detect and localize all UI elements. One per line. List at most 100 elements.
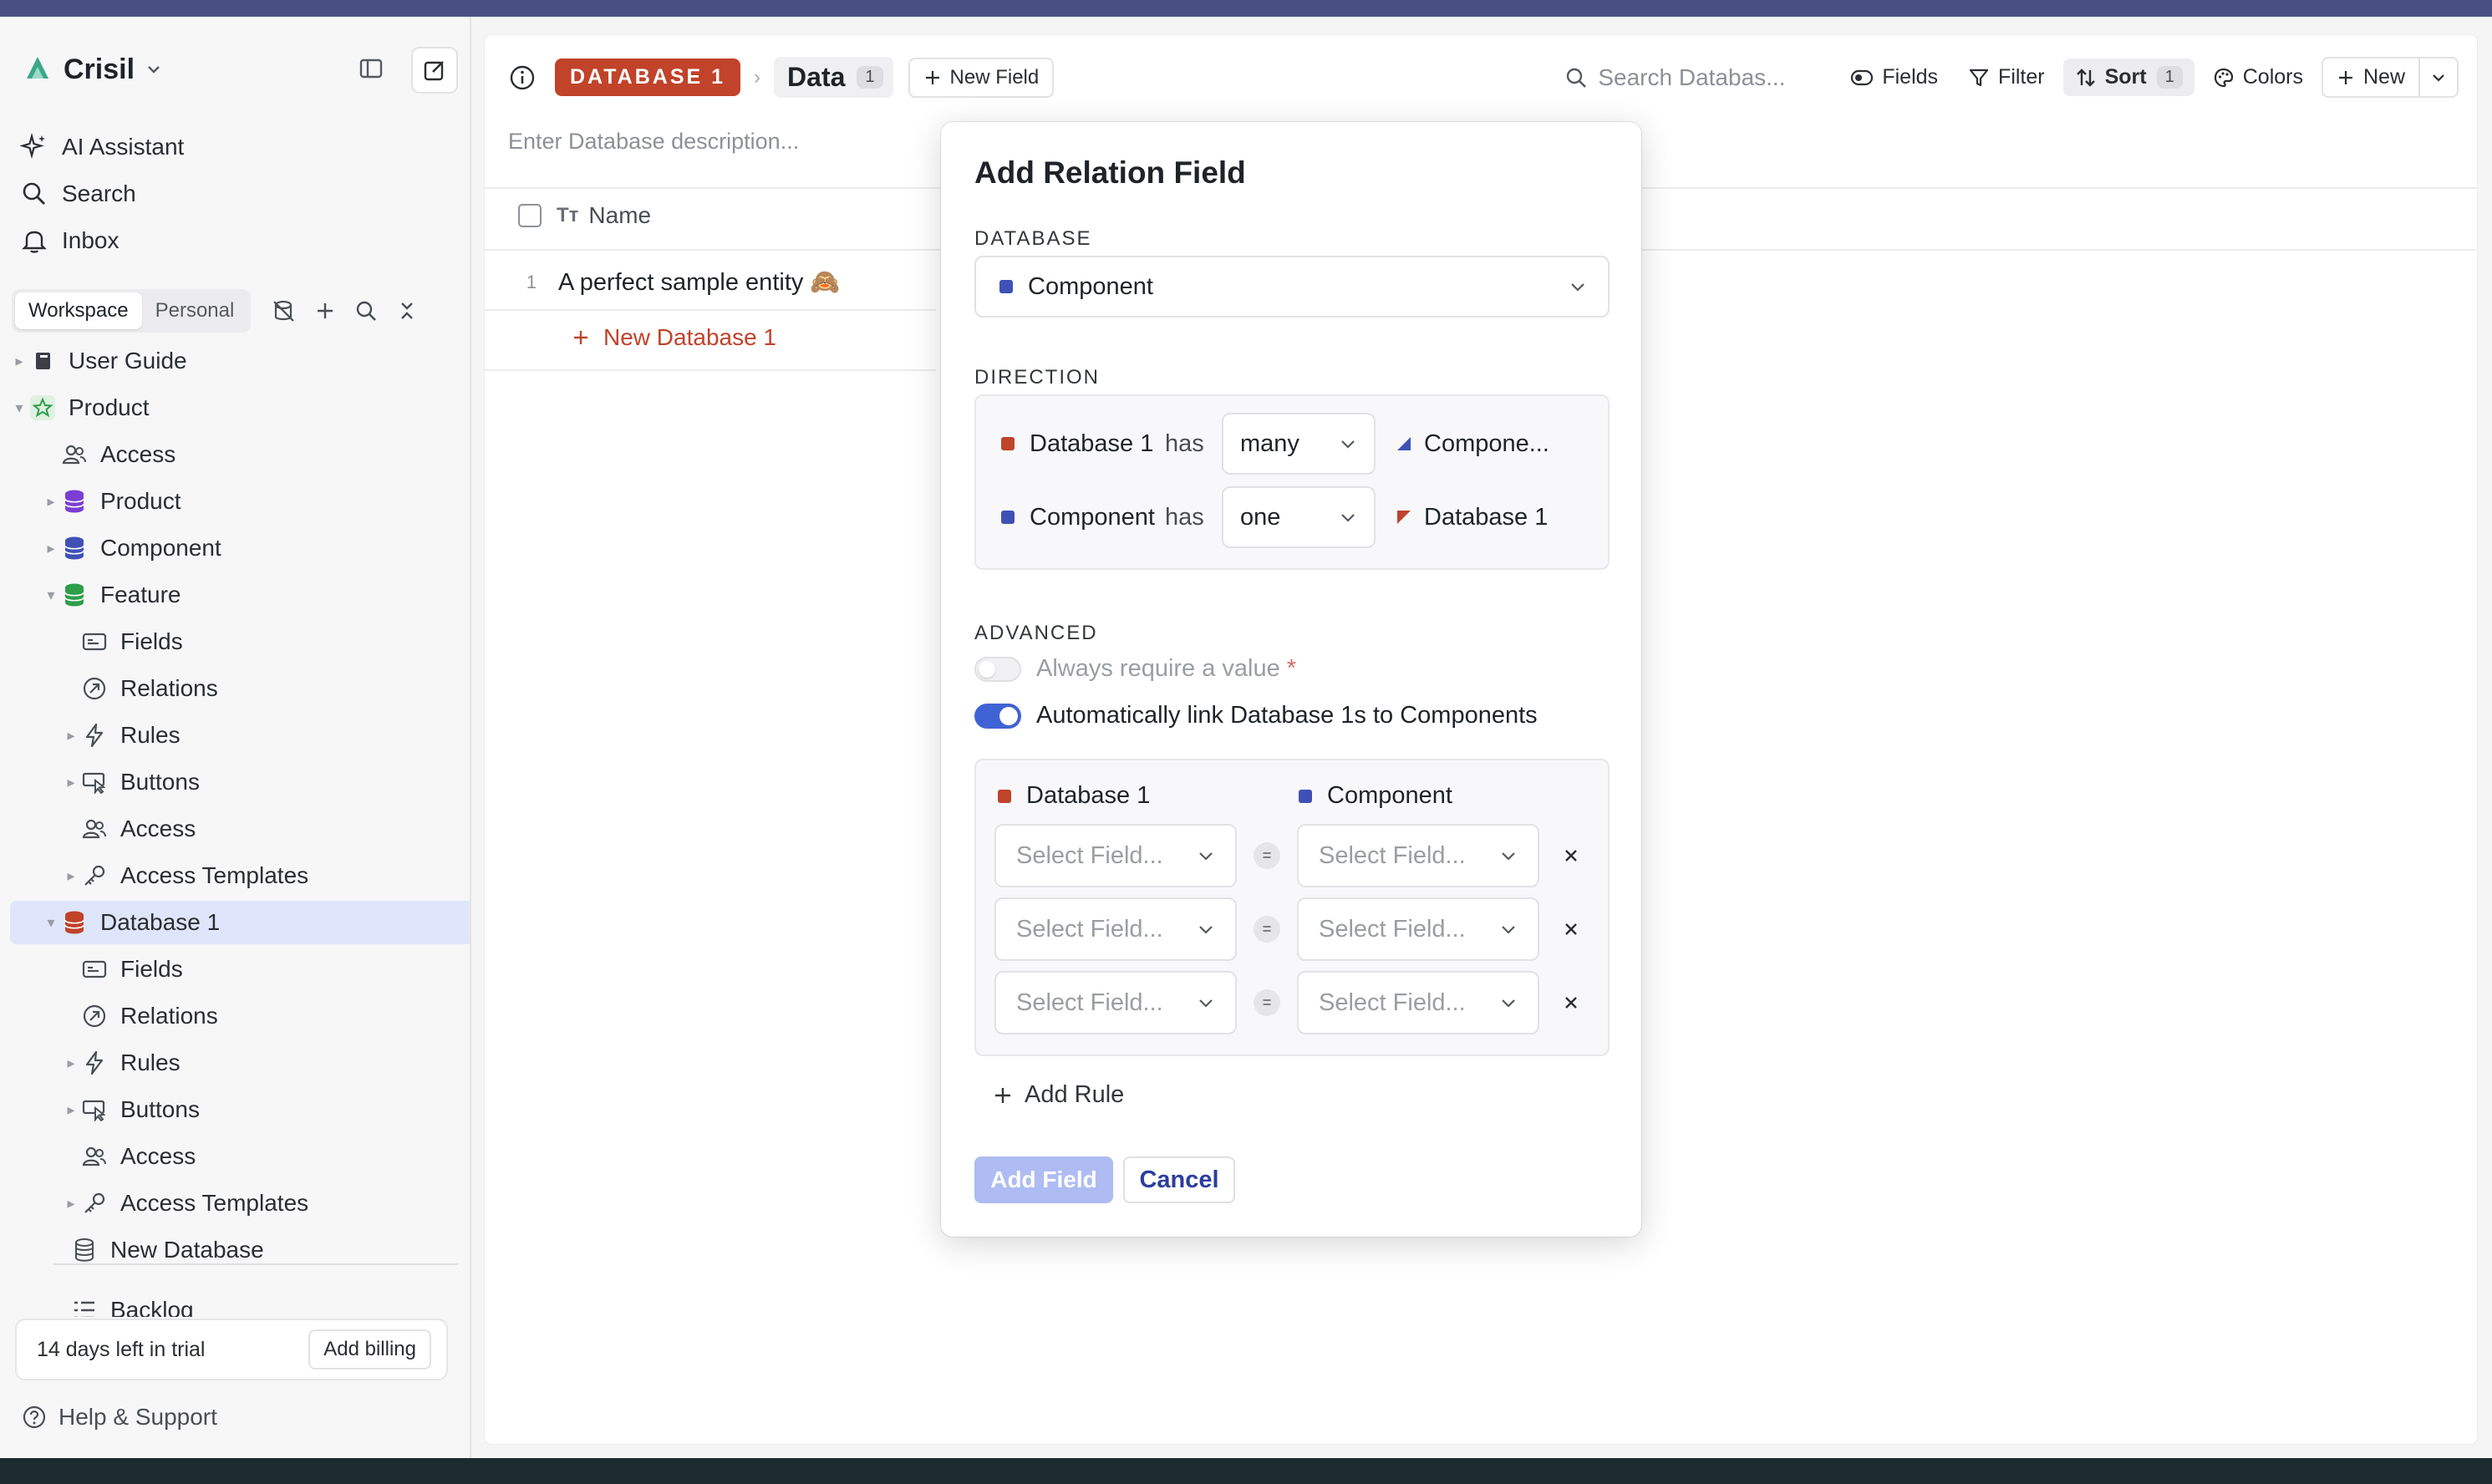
tree-item-feature-access-templates[interactable]: ▸ Access Templates (10, 854, 470, 897)
auto-link-toggle[interactable] (974, 703, 1021, 729)
nav-inbox[interactable]: Inbox (20, 217, 184, 264)
tab-personal[interactable]: Personal (142, 292, 248, 329)
tree-item-backlog[interactable]: Backlog (10, 1288, 470, 1317)
filter-button[interactable]: Filter (1956, 58, 2057, 96)
tree-item-label: Relations (120, 675, 218, 701)
colors-button[interactable]: Colors (2201, 58, 2315, 96)
nav-search[interactable]: Search (20, 170, 184, 217)
collapse-all-icon[interactable] (396, 300, 418, 322)
sort-count-badge: 1 (2156, 66, 2183, 89)
tree-item-database-1[interactable]: ▾ Database 1 (10, 901, 470, 944)
tree-item-new-database[interactable]: New Database (10, 1228, 470, 1272)
require-value-toggle[interactable] (974, 656, 1021, 682)
tree-item-db1-buttons[interactable]: ▸ Buttons (10, 1088, 470, 1131)
tree-item-access[interactable]: Access (10, 433, 470, 476)
sort-button[interactable]: Sort 1 (2062, 58, 2194, 96)
trial-text: 14 days left in trial (37, 1338, 206, 1362)
tree-item-db1-access-templates[interactable]: ▸ Access Templates (10, 1182, 470, 1225)
caret-right-icon[interactable]: ▸ (42, 493, 60, 511)
cursor-icon (80, 768, 109, 796)
tree-item-product-db[interactable]: ▸ Product (10, 480, 470, 523)
new-row-button[interactable]: New Database 1 (572, 324, 776, 351)
tree-item-feature-rules[interactable]: ▸ Rules (10, 714, 470, 757)
left-field-select[interactable]: Select Field... (994, 897, 1237, 961)
tree-item-label: Product (69, 394, 150, 420)
new-field-button[interactable]: New Field (908, 57, 1055, 98)
cardinality-select[interactable]: many (1222, 413, 1376, 475)
search-input[interactable]: Search Databas... (1564, 64, 1832, 91)
trial-suffix: left in trial (109, 1337, 206, 1361)
table-row[interactable]: 1 A perfect sample entity 🙈 (485, 252, 936, 313)
caret-right-icon[interactable]: ▸ (62, 1055, 80, 1072)
view-tab-data[interactable]: Data 1 (774, 57, 893, 98)
caret-down-icon[interactable]: ▾ (10, 399, 28, 417)
tree-item-feature-buttons[interactable]: ▸ Buttons (10, 760, 470, 804)
tree-item-feature-relations[interactable]: Relations (10, 667, 470, 710)
tree-item-feature-access[interactable]: Access (10, 807, 470, 851)
caret-right-icon[interactable]: ▸ (62, 867, 80, 885)
star-icon (28, 394, 57, 422)
search-icon[interactable] (354, 299, 378, 323)
tab-workspace[interactable]: Workspace (15, 292, 142, 329)
tree-item-product-space[interactable]: ▾ Product (10, 386, 458, 429)
list-icon (70, 1296, 99, 1317)
has-label: has (1165, 429, 1204, 457)
info-icon[interactable] (508, 64, 537, 92)
tree-item-feature-fields[interactable]: Fields (10, 620, 470, 663)
caret-right-icon[interactable]: ▸ (10, 353, 28, 370)
plus-icon[interactable] (314, 300, 336, 322)
tree-item-component-db[interactable]: ▸ Component (10, 526, 470, 570)
select-all-checkbox[interactable] (518, 204, 542, 227)
add-billing-button[interactable]: Add billing (308, 1329, 431, 1370)
link-rule-row: Select Field... = Select Field... (994, 897, 1596, 961)
add-rule-button[interactable]: Add Rule (993, 1081, 1124, 1109)
right-field-select[interactable]: Select Field... (1297, 824, 1539, 887)
link-rule-row: Select Field... = Select Field... (994, 824, 1596, 887)
cardinality-select[interactable]: one (1222, 486, 1376, 548)
hide-databases-icon[interactable] (271, 298, 296, 323)
toggle-sidebar-button[interactable] (349, 47, 393, 90)
left-field-select[interactable]: Select Field... (994, 824, 1237, 887)
remove-rule-button[interactable] (1563, 921, 1579, 938)
right-field-select[interactable]: Select Field... (1297, 971, 1539, 1034)
tree-item-db1-access[interactable]: Access (10, 1135, 470, 1178)
caret-right-icon[interactable]: ▸ (62, 1195, 80, 1212)
remove-rule-button[interactable] (1563, 994, 1579, 1011)
compose-button[interactable] (411, 47, 458, 94)
database-badge[interactable]: DATABASE 1 (555, 58, 741, 96)
add-field-button[interactable]: Add Field (974, 1156, 1113, 1203)
caret-right-icon[interactable]: ▸ (62, 1101, 80, 1119)
trial-banner: 14 days left in trial Add billing (15, 1319, 448, 1380)
tree-item-feature-db[interactable]: ▾ Feature (10, 573, 470, 617)
remove-rule-button[interactable] (1563, 847, 1579, 864)
nav-ai-assistant[interactable]: AI Assistant (20, 124, 184, 170)
tree-item-db1-rules[interactable]: ▸ Rules (10, 1041, 470, 1085)
plus-icon (925, 70, 939, 84)
chevron-down-icon (148, 66, 160, 74)
caret-down-icon[interactable]: ▾ (42, 587, 60, 604)
caret-right-icon[interactable]: ▸ (42, 540, 60, 557)
help-support-link[interactable]: Help & Support (22, 1404, 217, 1431)
workspace-switcher[interactable]: Crisil (22, 50, 163, 89)
filter-icon (1969, 69, 1989, 86)
row-number: 1 (526, 272, 537, 292)
tree-item-db1-relations[interactable]: Relations (10, 994, 470, 1038)
database-select[interactable]: Component (974, 256, 1610, 318)
new-record-button[interactable]: New (2323, 58, 2418, 96)
database-description-input[interactable]: Enter Database description... (508, 129, 799, 155)
caret-right-icon[interactable]: ▸ (62, 774, 80, 791)
right-field-select[interactable]: Select Field... (1297, 897, 1539, 961)
direction-source: Database 1 (976, 430, 1165, 458)
cancel-button[interactable]: Cancel (1123, 1156, 1235, 1203)
caret-down-icon[interactable]: ▾ (42, 914, 60, 932)
tree-item-db1-fields[interactable]: Fields (10, 948, 470, 991)
cardinality-value: one (1240, 503, 1281, 531)
tree-item-user-guide[interactable]: ▸ User Guide (10, 339, 458, 383)
column-header-name[interactable]: Tт Name (518, 202, 651, 229)
left-field-select[interactable]: Select Field... (994, 971, 1237, 1034)
fields-button[interactable]: Fields (1838, 58, 1950, 96)
caret-right-icon[interactable]: ▸ (62, 727, 80, 745)
tree-item-label: Fields (120, 628, 183, 654)
equals-operator: = (1254, 989, 1280, 1016)
new-options-button[interactable] (2418, 58, 2457, 96)
